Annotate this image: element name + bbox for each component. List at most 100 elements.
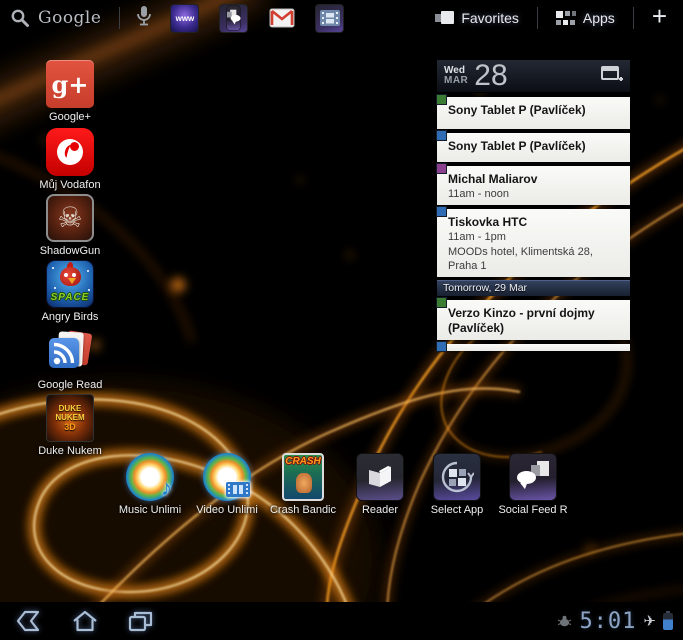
back-icon [14,608,44,634]
app-google-reader[interactable]: Google Read [31,328,109,391]
event-title: Tiskovka HTC [448,215,624,230]
event-time: 11am - noon [448,187,624,201]
app-label: Můj Vodafon [31,179,109,191]
app-music-unlimited[interactable]: ♪ Music Unlimi [111,453,189,516]
app-label: Select App [418,504,496,516]
book-icon [356,453,404,501]
app-label: Google+ [31,111,109,123]
vodafone-icon [46,128,94,176]
system-bar: 5:01 ✈ [0,602,683,640]
recent-apps-icon [126,608,156,634]
apps-label: Apps [583,10,615,26]
skull-icon: ☠ [46,194,94,242]
event-time: 11am - 1pm [448,230,624,244]
add-event-button[interactable] [601,65,623,88]
calendar-header[interactable]: Wed MAR 28 [437,60,630,93]
search-icon [10,8,30,28]
favorites-button[interactable]: Favorites [425,10,529,26]
app-label: Google Read [31,379,109,391]
divider [537,7,538,29]
duke-nukem-icon: DUKE NUKEM 3D [46,394,94,442]
app-label: Duke Nukem [31,445,109,457]
event-color-marker [436,341,447,352]
calendar-event[interactable]: Michal Maliarov 11am - noon [437,166,630,205]
speech-bubble-icon [227,6,241,31]
clock: 5:01 [579,609,636,634]
calendar-day-number: 28 [474,61,507,91]
divider [633,7,634,29]
calendar-event[interactable]: Tiskovka HTC 11am - 1pm MOODs hotel, Kli… [437,209,630,277]
airplane-mode-icon: ✈ [643,612,656,630]
app-label: ShadowGun [31,245,109,257]
recent-apps-button[interactable] [126,608,156,634]
filmstrip-icon [320,10,340,26]
add-widget-button[interactable]: + [642,1,683,36]
apps-button[interactable]: Apps [546,10,625,26]
app-select-app[interactable]: Select App [418,453,496,516]
calendar-event[interactable]: Sony Tablet P (Pavlíček) [437,97,630,129]
app-label: Music Unlimi [111,504,189,516]
music-unlimited-icon: ♪ [126,453,174,501]
calendar-event[interactable]: Verzo Kinzo - první dojmy (Pavlíček) [437,300,630,340]
app-crash-bandicoot[interactable]: CRASH Crash Bandic [264,453,342,516]
app-label: Angry Birds [31,311,109,323]
angry-birds-icon: SPACE [46,260,94,308]
event-color-marker [436,297,447,308]
home-screen: Google www [0,0,683,640]
google-plus-icon: g+ [46,60,94,108]
social-feed-shortcut[interactable] [219,4,248,33]
app-label: Crash Bandic [264,504,342,516]
home-button[interactable] [70,608,100,634]
calendar-event[interactable]: Sony Tablet P (Pavlíček) [437,133,630,162]
favorites-icon [435,11,454,25]
status-tray[interactable]: 5:01 ✈ [557,609,683,634]
app-label: Reader [341,504,419,516]
calendar-day-separator: Tomorrow, 29 Mar [437,280,630,296]
gmail-envelope-icon [269,8,295,28]
app-reader[interactable]: Reader [341,453,419,516]
event-location: MOODs hotel, Klimentská 28, Praha 1 [448,245,624,274]
gmail-shortcut[interactable] [268,5,295,32]
event-color-marker [436,206,447,217]
apps-grid-icon [556,11,576,25]
app-shadowgun[interactable]: ☠ ShadowGun [31,194,109,257]
app-video-unlimited[interactable]: Video Unlimi [188,453,266,516]
event-title: Sony Tablet P (Pavlíček) [448,139,624,154]
app-social-feed-reader[interactable]: Social Feed R [494,453,572,516]
event-color-marker [436,163,447,174]
battery-icon [663,613,673,630]
google-logo: Google [38,8,101,28]
globe-icon: www [176,14,195,23]
calendar-month: MAR [444,76,468,87]
video-player-shortcut[interactable] [315,4,344,33]
event-title: Sony Tablet P (Pavlíček) [448,103,624,118]
voice-search-button[interactable] [128,5,160,32]
event-color-marker [436,94,447,105]
calendar-event-overflow[interactable] [437,344,630,351]
crash-bandicoot-icon: CRASH [282,453,324,501]
google-search-widget[interactable]: Google [0,8,111,28]
social-feed-reader-icon [509,453,557,501]
calendar-widget: Wed MAR 28 Sony Tablet P (Pavlíček) Sony… [437,60,630,351]
divider [119,7,120,29]
home-icon [70,608,100,634]
video-unlimited-icon [203,453,251,501]
action-bar: Google www [0,0,683,36]
rss-icon [46,328,94,376]
usb-debugging-bug-icon [557,615,572,628]
browser-shortcut[interactable]: www [170,4,199,33]
app-duke-nukem[interactable]: DUKE NUKEM 3D Duke Nukem [31,394,109,457]
event-title: Verzo Kinzo - první dojmy (Pavlíček) [448,306,624,336]
event-title: Michal Maliarov [448,172,624,187]
favorites-label: Favorites [461,10,519,26]
app-google-plus[interactable]: g+ Google+ [31,60,109,123]
back-button[interactable] [14,608,44,634]
select-app-icon [433,453,481,501]
event-color-marker [436,130,447,141]
microphone-icon [136,5,152,27]
app-angry-birds[interactable]: SPACE Angry Birds [31,260,109,323]
app-label: Social Feed R [494,504,572,516]
app-muj-vodafon[interactable]: Můj Vodafon [31,128,109,191]
calendar-add-icon [601,65,623,83]
app-label: Video Unlimi [188,504,266,516]
